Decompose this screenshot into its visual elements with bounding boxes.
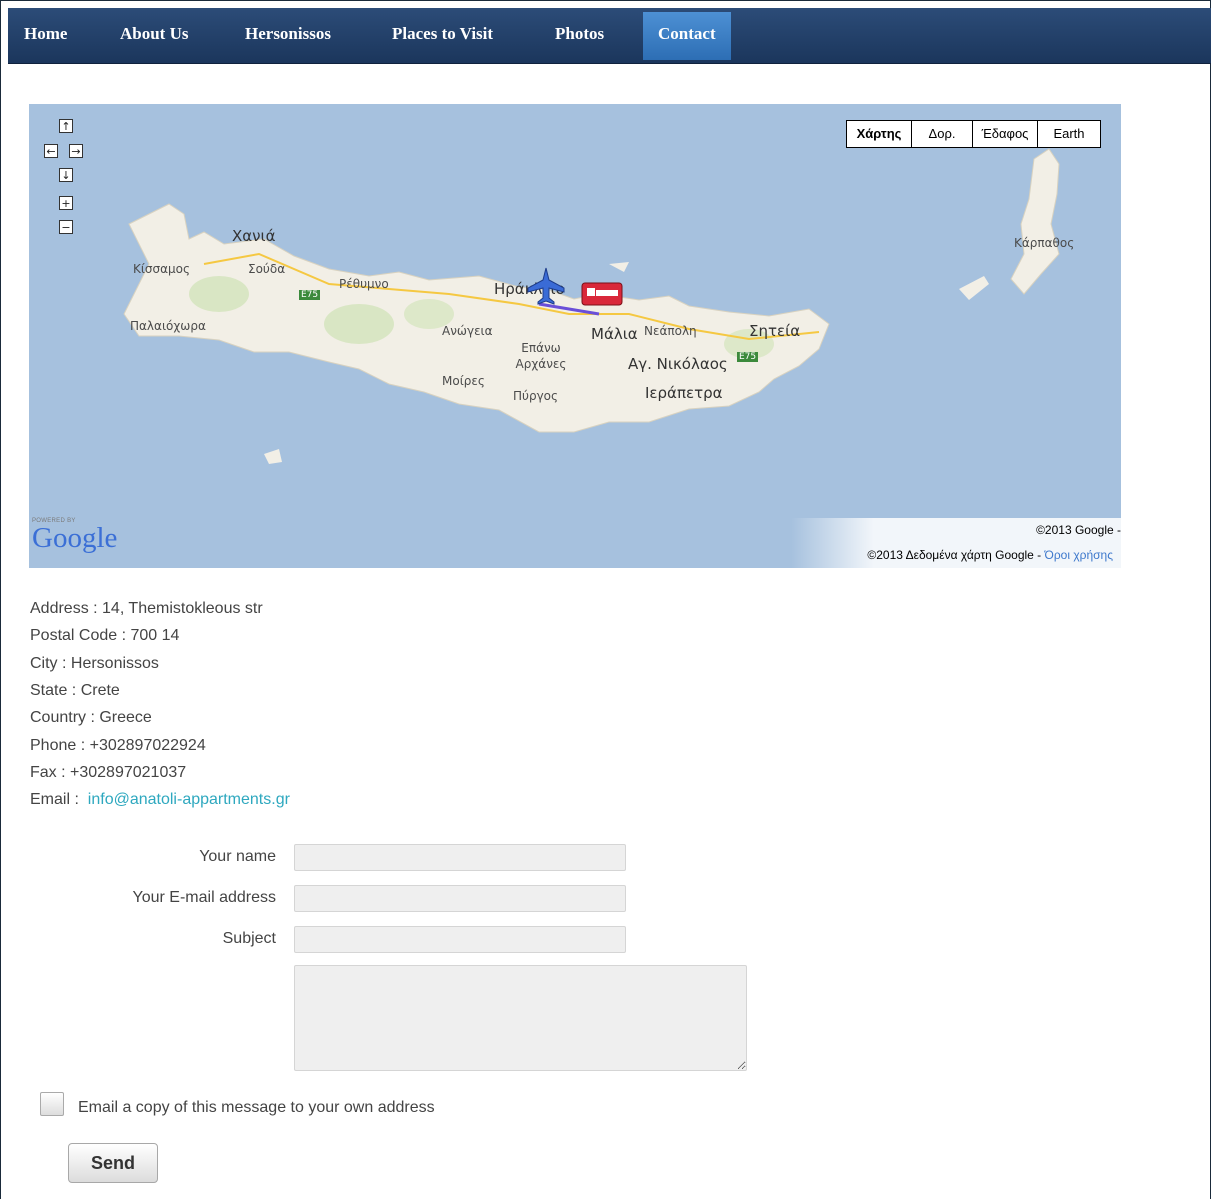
email-copy-label: Email a copy of this message to your own… <box>78 1099 435 1116</box>
your-email-field[interactable] <box>294 885 626 912</box>
nav-contact[interactable]: Contact <box>643 12 731 60</box>
map-label-kissamos: Κίσσαμος <box>133 262 191 276</box>
contact-address: Address : 14, Themistokleous str <box>30 600 263 617</box>
map-type-satellite[interactable]: Δορ. <box>911 121 972 147</box>
map-type-control: Χάρτης Δορ. Έδαφος Earth <box>846 120 1101 148</box>
map-label-rethymno: Ρέθυμνο <box>339 277 389 291</box>
map-label-karpathos: Κάρπαθος <box>1014 236 1075 250</box>
subject-label: Subject <box>222 930 276 947</box>
gavdos-island <box>264 449 282 464</box>
contact-email-row: Email : info@anatoli-appartments.gr <box>30 791 290 808</box>
pan-left-button[interactable]: ← <box>44 144 58 158</box>
road-shield-e75: E75 <box>737 352 759 362</box>
nav-home[interactable]: Home <box>24 8 67 63</box>
map-data-copyright: ©2013 Δεδομένα χάρτη Google - Όροι χρήση… <box>867 548 1113 562</box>
contact-state: State : Crete <box>30 682 120 699</box>
contact-email-link[interactable]: info@anatoli-appartments.gr <box>88 791 290 808</box>
your-email-label: Your E-mail address <box>132 889 276 906</box>
pan-right-button[interactable]: → <box>69 144 83 158</box>
nav-places-to-visit[interactable]: Places to Visit <box>392 8 493 63</box>
nav-photos[interactable]: Photos <box>555 8 604 63</box>
terrain-green <box>189 276 249 312</box>
contact-country: Country : Greece <box>30 709 152 726</box>
map-type-earth[interactable]: Earth <box>1037 121 1100 147</box>
pan-down-button[interactable]: ↓ <box>59 168 73 182</box>
map-label-moires: Μοίρες <box>442 374 485 388</box>
contact-city: City : Hersonissos <box>30 655 159 672</box>
map-label-chania: Χανιά <box>232 227 276 245</box>
dia-island <box>609 262 629 272</box>
map-label-pyrgos: Πύργος <box>513 389 559 403</box>
zoom-out-button[interactable]: − <box>59 220 73 234</box>
message-textarea[interactable] <box>294 965 747 1071</box>
map-terrain <box>123 148 1060 464</box>
map-label-epano-archanes: Επάνω Αρχάνες <box>515 341 567 371</box>
map-label-anogeia: Ανώγεια <box>442 324 493 338</box>
your-name-label: Your name <box>199 848 276 865</box>
map-label-siteia: Σητεία <box>749 322 801 340</box>
google-logo[interactable]: POWERED BY Google <box>32 518 117 553</box>
google-map[interactable]: ↑ ← → ↓ + − Χάρτης Δορ. Έδαφος Earth Χαν… <box>29 104 1121 568</box>
hotel-bed-icon[interactable] <box>581 280 625 310</box>
zoom-in-button[interactable]: + <box>59 196 73 210</box>
map-type-map[interactable]: Χάρτης <box>847 121 911 147</box>
send-button[interactable]: Send <box>68 1143 158 1183</box>
contact-postal-code: Postal Code : 700 14 <box>30 627 180 644</box>
karpathos-island <box>1010 148 1060 295</box>
map-label-ierapetra: Ιεράπετρα <box>645 384 723 402</box>
map-label-palaiochora: Παλαιόχωρα <box>130 319 206 333</box>
airport-icon[interactable] <box>526 266 566 306</box>
map-label-souda: Σούδα <box>248 262 286 276</box>
road-shield-e75: E75 <box>299 290 321 300</box>
map-copyright: ©2013 Google - <box>1036 523 1121 537</box>
nav-about-us[interactable]: About Us <box>120 8 189 63</box>
kasos-island <box>959 276 989 300</box>
crete-island <box>123 203 830 433</box>
map-type-terrain[interactable]: Έδαφος <box>972 121 1037 147</box>
nav-hersonissos[interactable]: Hersonissos <box>245 8 331 63</box>
contact-phone: Phone : +302897022924 <box>30 737 206 754</box>
pan-up-button[interactable]: ↑ <box>59 119 73 133</box>
terrain-green <box>324 304 394 344</box>
main-navigation: Home About Us Hersonissos Places to Visi… <box>8 8 1211 64</box>
map-label-malia: Μάλια <box>591 325 638 343</box>
map-terms-link[interactable]: Όροι χρήσης <box>1045 548 1113 562</box>
contact-fax: Fax : +302897021037 <box>30 764 187 781</box>
subject-field[interactable] <box>294 926 626 953</box>
map-label-neapoli: Νεάπολη <box>644 324 697 338</box>
map-label-agios-nikolaos: Αγ. Νικόλαος <box>628 355 728 373</box>
email-copy-checkbox[interactable] <box>40 1092 64 1116</box>
your-name-field[interactable] <box>294 844 626 871</box>
